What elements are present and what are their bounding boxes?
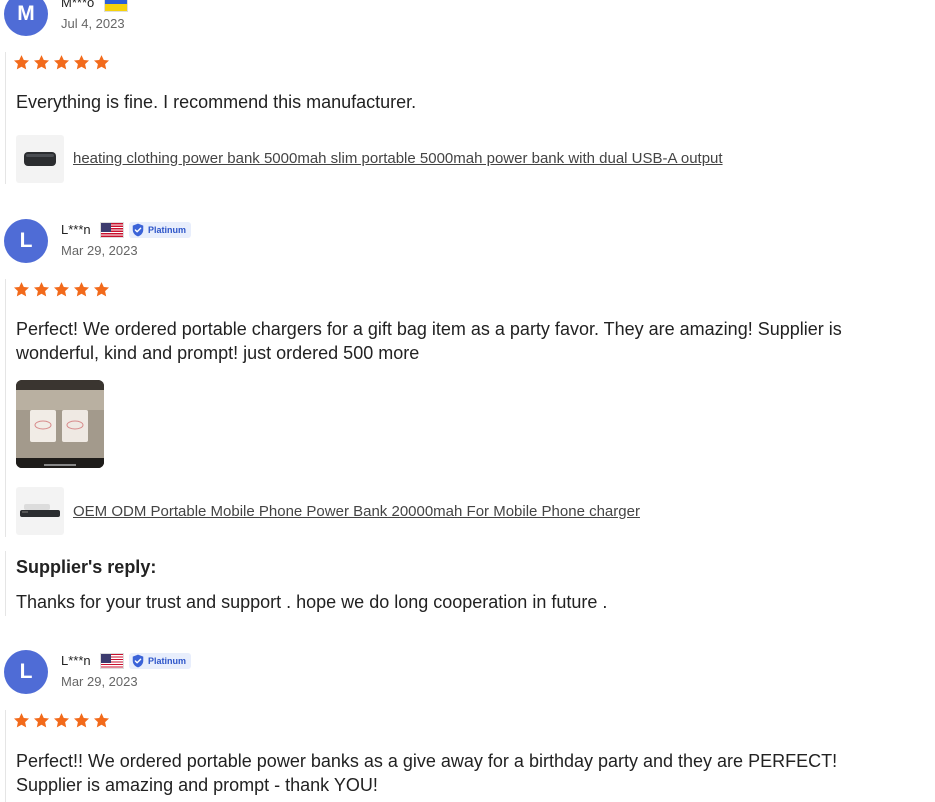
power-bank-icon <box>24 152 56 166</box>
star-icon <box>93 712 110 729</box>
review-date: Jul 4, 2023 <box>61 16 125 31</box>
avatar-initial: M <box>17 2 35 25</box>
star-icon <box>13 281 30 298</box>
product-thumbnail[interactable] <box>16 487 64 535</box>
product-thumbnail[interactable] <box>16 135 64 183</box>
reviewer-name: L***n <box>61 653 91 668</box>
star-icon <box>93 281 110 298</box>
product-link[interactable]: OEM ODM Portable Mobile Phone Power Bank… <box>73 503 640 521</box>
reviewer-name: M***o <box>61 0 95 10</box>
badge-label: Platinum <box>148 225 187 235</box>
star-icon <box>33 712 50 729</box>
star-icon <box>53 281 70 298</box>
platinum-badge: Platinum <box>129 653 192 669</box>
star-icon <box>33 54 50 71</box>
avatar: L <box>4 650 48 694</box>
avatar-initial: L <box>19 660 33 683</box>
platinum-badge: Platinum <box>129 222 192 238</box>
review-text-line: Perfect! We ordered portable chargers fo… <box>16 319 842 339</box>
avatar-initial: L <box>19 229 33 252</box>
review-text-line: wonderful, kind and prompt! just ordered… <box>16 343 420 363</box>
review-photo-image <box>16 380 104 468</box>
review-text: Perfect!! We ordered portable power bank… <box>16 749 837 797</box>
star-rating <box>13 712 110 729</box>
review-date: Mar 29, 2023 <box>61 674 138 689</box>
ukraine-flag-icon <box>104 0 128 12</box>
review-photo[interactable] <box>16 380 104 468</box>
avatar: M <box>4 0 48 36</box>
verified-shield-icon <box>131 654 145 668</box>
review-date: Mar 29, 2023 <box>61 243 138 258</box>
review-text-line: Perfect!! We ordered portable power bank… <box>16 751 838 771</box>
badge-label: Platinum <box>148 656 187 666</box>
star-icon <box>73 54 90 71</box>
star-icon <box>93 54 110 71</box>
star-icon <box>33 281 50 298</box>
verified-shield-icon <box>131 223 145 237</box>
review-text: Everything is fine. I recommend this man… <box>16 92 417 112</box>
reviewer-name: L***n <box>61 222 91 237</box>
star-icon <box>73 281 90 298</box>
power-bank-icon <box>20 504 60 517</box>
star-icon <box>13 712 30 729</box>
review-text-line: Supplier is amazing and prompt - thank Y… <box>16 775 378 795</box>
supplier-reply-label: Supplier's reply: <box>16 557 157 577</box>
review-divider <box>5 279 6 537</box>
reply-divider <box>5 551 6 616</box>
review-text: Perfect! We ordered portable chargers fo… <box>16 317 842 365</box>
star-rating <box>13 281 110 298</box>
usa-flag-icon <box>100 222 124 238</box>
supplier-reply-text: Thanks for your trust and support . hope… <box>16 592 608 612</box>
review-divider <box>5 710 6 802</box>
star-icon <box>53 54 70 71</box>
star-rating <box>13 54 110 71</box>
usa-flag-icon <box>100 653 124 669</box>
avatar: L <box>4 219 48 263</box>
product-link[interactable]: heating clothing power bank 5000mah slim… <box>73 150 723 168</box>
review-divider <box>5 52 6 184</box>
star-icon <box>73 712 90 729</box>
star-icon <box>13 54 30 71</box>
star-icon <box>53 712 70 729</box>
